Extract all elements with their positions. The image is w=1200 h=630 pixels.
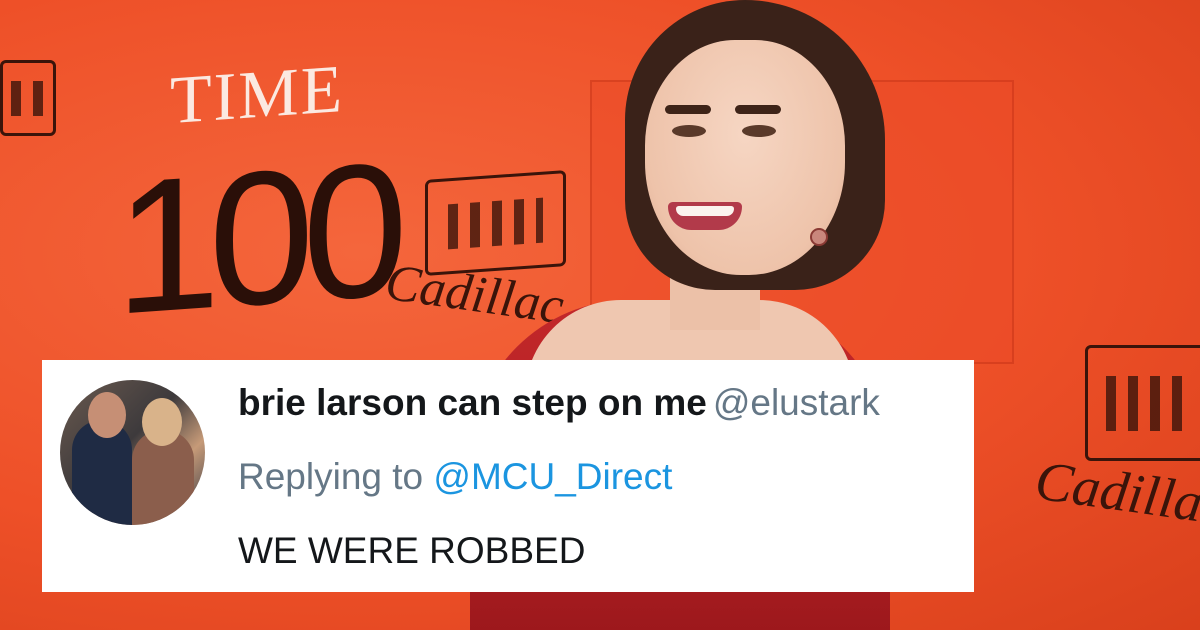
- cadillac-script-right: Cadilla: [1031, 449, 1200, 535]
- left-eye: [672, 125, 706, 137]
- display-name[interactable]: brie larson can step on me: [238, 382, 707, 423]
- replying-prefix: Replying to: [238, 456, 424, 497]
- time-100-number: 100: [115, 123, 397, 355]
- replying-handle-link[interactable]: @MCU_Direct: [433, 456, 672, 497]
- tweet-text: WE WERE ROBBED: [238, 530, 586, 571]
- avatar-head-right: [142, 398, 182, 446]
- earring: [810, 228, 828, 246]
- right-eye: [742, 125, 776, 137]
- user-avatar-photo[interactable]: [60, 380, 205, 525]
- user-handle[interactable]: @elustark: [713, 382, 880, 423]
- avatar-head-left: [88, 392, 126, 438]
- cadillac-crest-icon: [0, 60, 56, 136]
- teeth: [676, 206, 734, 216]
- tweet-card: brie larson can step on me @elustark Repl…: [42, 360, 974, 592]
- left-brow: [665, 105, 711, 114]
- cadillac-crest-icon: [1085, 345, 1200, 461]
- right-brow: [735, 105, 781, 114]
- tweet-author-line: brie larson can step on me @elustark: [238, 382, 880, 424]
- replying-to-line: Replying to @MCU_Direct: [238, 456, 672, 498]
